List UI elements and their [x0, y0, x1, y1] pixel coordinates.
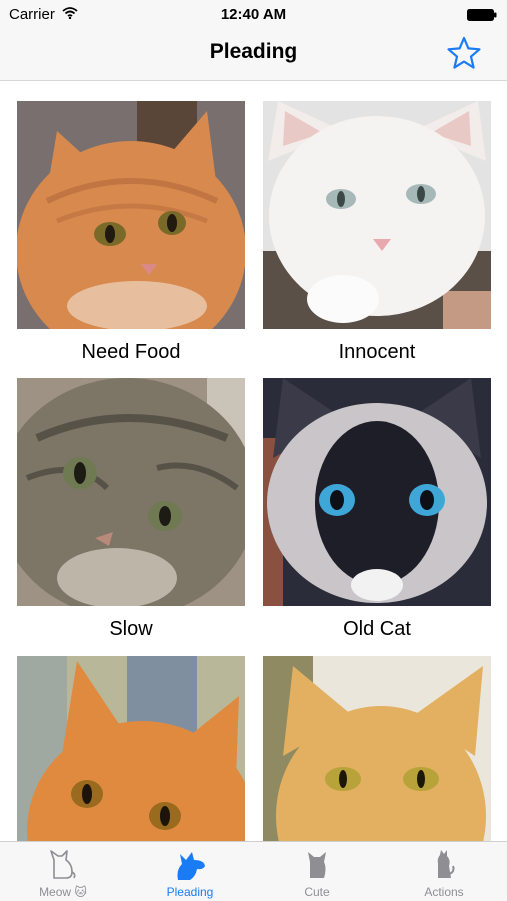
- cat-photo: [17, 656, 245, 841]
- cat-caption: Old Cat: [343, 618, 411, 640]
- cat-cell-old-cat[interactable]: Old Cat: [263, 378, 491, 641]
- cat-cell-need-food[interactable]: Need Food: [17, 101, 245, 364]
- status-time: 12:40 AM: [220, 6, 287, 23]
- tab-pleading[interactable]: Pleading: [127, 842, 253, 901]
- cat-photo: [17, 378, 245, 606]
- dog-icon: [177, 852, 205, 880]
- cat-photo: [263, 656, 491, 841]
- cat-cell-5[interactable]: [17, 656, 245, 841]
- cat-cell-innocent[interactable]: Innocent: [263, 101, 491, 364]
- tab-bar: Meow 🐱 Pleading Cute Actions: [0, 841, 507, 901]
- cat-photo: [17, 101, 245, 329]
- favorite-star-button[interactable]: [446, 35, 482, 71]
- cat-collection-grid: Need Food Innocent Slow Old Cat: [0, 81, 507, 841]
- tab-label: Meow 🐱: [39, 885, 87, 899]
- tab-meow[interactable]: Meow 🐱: [0, 842, 126, 901]
- cat-cell-6[interactable]: [263, 656, 491, 841]
- cat-caption: Innocent: [338, 341, 416, 363]
- cat-caption: Slow: [109, 618, 153, 640]
- star-icon: [447, 36, 481, 69]
- tab-cute[interactable]: Cute: [254, 842, 380, 901]
- cat-caption: Need Food: [81, 341, 181, 363]
- battery-icon: [467, 8, 497, 21]
- cat-outline-icon: [50, 850, 76, 879]
- cat-cell-slow[interactable]: Slow: [17, 378, 245, 641]
- cat-photo: [263, 378, 491, 606]
- tab-actions[interactable]: Actions: [381, 842, 507, 901]
- page-title: Pleading: [209, 40, 298, 63]
- cat-photo: [263, 101, 491, 329]
- cat-sitting-icon: [308, 852, 326, 878]
- tab-label: Cute: [304, 885, 330, 899]
- navigation-bar: Pleading: [0, 28, 507, 81]
- cat-standing-icon: [437, 850, 455, 878]
- tab-label: Actions: [424, 885, 464, 899]
- status-bar: Carrier 12:40 AM: [0, 0, 507, 28]
- tab-label: Pleading: [166, 885, 214, 899]
